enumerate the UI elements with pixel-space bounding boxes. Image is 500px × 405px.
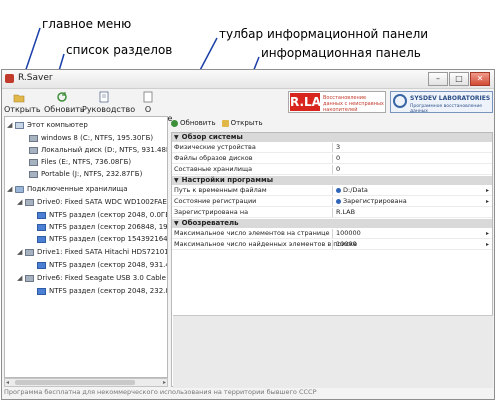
drive-icon	[25, 198, 34, 206]
info-toolbar: Обновить Открыть	[171, 117, 263, 129]
open-icon	[221, 119, 229, 127]
status-bar: Программа бесплатна для некоммерческого …	[4, 388, 317, 396]
disk-icon	[29, 158, 38, 166]
close-button[interactable]: ✕	[470, 72, 490, 86]
about-icon	[143, 91, 153, 103]
drive-icon	[25, 274, 34, 282]
partition-icon	[37, 287, 46, 295]
tree-item-drive[interactable]: ◢Drive1: Fixed SATA Hitachi HDS721010CLA…	[17, 247, 167, 257]
partition-icon	[37, 223, 46, 231]
info-open-button[interactable]: Открыть	[221, 119, 263, 127]
sysdev-title: SYSDEV LABORATORIES	[410, 95, 491, 102]
sysdev-banner[interactable]: SYSDEV LABORATORIES Программное восстано…	[390, 91, 493, 114]
tree-item-partition[interactable]: NTFS раздел (сектор 2048, 931.48ГБ)	[37, 260, 167, 270]
info-row[interactable]: Зарегистрирована на R.LAB	[172, 208, 492, 218]
partition-icon	[37, 235, 46, 243]
info-row[interactable]: Составные хранилища 0	[172, 165, 492, 175]
scrollbar-thumb[interactable]	[15, 380, 135, 385]
info-row[interactable]: Путь к временным файлам D:/Data ▸	[172, 186, 492, 196]
title-bar: R.Saver – □ ✕	[2, 70, 494, 89]
partition-icon	[37, 261, 46, 269]
annotation-info-panel: информационная панель	[261, 46, 421, 60]
tree-item-disk[interactable]: Files (E:, NTFS, 736.08ГБ)	[29, 157, 131, 167]
info-row[interactable]: Файлы образов дисков 0	[172, 154, 492, 164]
rlab-banner-text: Восстановление данных с неисправных нако…	[323, 95, 384, 113]
tree-item-partition[interactable]: NTFS раздел (сектор 2048, 232.87ГБ)	[37, 286, 167, 296]
disk-icon	[29, 146, 38, 154]
row-arrow-icon[interactable]: ▸	[486, 186, 489, 195]
tree-item-drive[interactable]: ◢ Drive6: Fixed Seagate USB 3.0 Cable	[17, 273, 166, 283]
main-menu: Открыть Обновить Руководство О программе	[2, 89, 172, 123]
window-title: R.Saver	[18, 73, 53, 83]
section-header[interactable]: ▼ Обзор системы	[172, 133, 492, 142]
info-row[interactable]: Физические устройства 3	[172, 143, 492, 153]
storages-icon	[15, 185, 24, 193]
sysdev-text: Программное восстановление данных	[410, 104, 483, 114]
tree-item-disk[interactable]: windows 8 (C:, NTFS, 195.30ГБ)	[29, 133, 153, 143]
app-window: R.Saver – □ ✕ Открыть Обновить Руководст…	[1, 69, 495, 400]
path-icon	[336, 188, 341, 193]
app-icon	[5, 74, 14, 83]
annotation-sections-list: список разделов	[66, 43, 173, 57]
refresh-icon	[171, 119, 178, 127]
open-folder-icon	[13, 94, 25, 103]
menu-open[interactable]: Открыть	[4, 91, 41, 114]
partition-icon	[37, 211, 46, 219]
tree-item-partition[interactable]: NTFS раздел (сектор 206848, 195.30ГБ)	[37, 222, 167, 232]
tree-item-disk[interactable]: Локальный диск (D:, NTFS, 931.48ГБ)	[29, 145, 167, 155]
info-row[interactable]: Максимальное число элементов на странице…	[172, 229, 492, 239]
registration-icon	[336, 199, 341, 204]
tree-item-disk[interactable]: Portable (J:, NTFS, 232.87ГБ)	[29, 169, 142, 179]
annotation-main-menu: главное меню	[42, 17, 132, 31]
info-row[interactable]: Максимальное число найденных элементов в…	[172, 240, 492, 250]
maximize-button[interactable]: □	[449, 72, 469, 86]
tree-item-partition[interactable]: NTFS раздел (сектор 154392164, 931.48ГБ)	[37, 234, 167, 244]
tree-item-storages[interactable]: ◢ Подключенные хранилища	[7, 184, 128, 194]
row-arrow-icon[interactable]: ▸	[486, 240, 489, 249]
disk-icon	[29, 134, 38, 142]
sysdev-logo-icon	[393, 94, 407, 108]
computer-icon	[15, 121, 24, 129]
minimize-button[interactable]: –	[428, 72, 448, 86]
section-header[interactable]: ▼ Обозреватель	[172, 219, 492, 228]
row-arrow-icon[interactable]: ▸	[486, 229, 489, 238]
scroll-right-icon[interactable]: ▸	[163, 379, 166, 386]
manual-icon	[99, 91, 109, 103]
tree-item-computer[interactable]: ◢ Этот компьютер	[7, 120, 88, 130]
sections-tree: ◢ Этот компьютер windows 8 (C:, NTFS, 195…	[4, 116, 168, 378]
info-refresh-button[interactable]: Обновить	[171, 119, 216, 127]
menu-manual[interactable]: Руководство	[82, 91, 135, 114]
info-row[interactable]: Состояние регистрации Зарегистрирована ▸	[172, 197, 492, 207]
disk-icon	[29, 170, 38, 178]
tree-item-drive[interactable]: ◢Drive0: Fixed SATA WDC WD1002FAEX-00Y9	[17, 197, 167, 207]
info-panel: ▼ Обзор системы Физические устройства 3 Фа…	[171, 132, 493, 388]
drive-icon	[25, 248, 34, 256]
rlab-banner[interactable]: R.LAB Восстановление данных с неисправны…	[288, 91, 386, 113]
info-area: R.LAB Восстановление данных с неисправны…	[171, 91, 493, 388]
menu-refresh[interactable]: Обновить	[44, 91, 85, 114]
tree-item-partition[interactable]: NTFS раздел (сектор 2048, 0.0ГБ)	[37, 210, 167, 220]
refresh-icon	[57, 92, 67, 102]
ad-banners: R.LAB Восстановление данных с неисправны…	[288, 91, 493, 114]
row-arrow-icon[interactable]: ▸	[486, 197, 489, 206]
section-header[interactable]: ▼ Настройки программы	[172, 176, 492, 185]
rlab-logo: R.LAB	[290, 93, 331, 111]
annotation-info-toolbar: тулбар информационной панели	[219, 27, 429, 41]
scroll-left-icon[interactable]: ◂	[6, 379, 9, 386]
description-pane	[173, 315, 493, 388]
